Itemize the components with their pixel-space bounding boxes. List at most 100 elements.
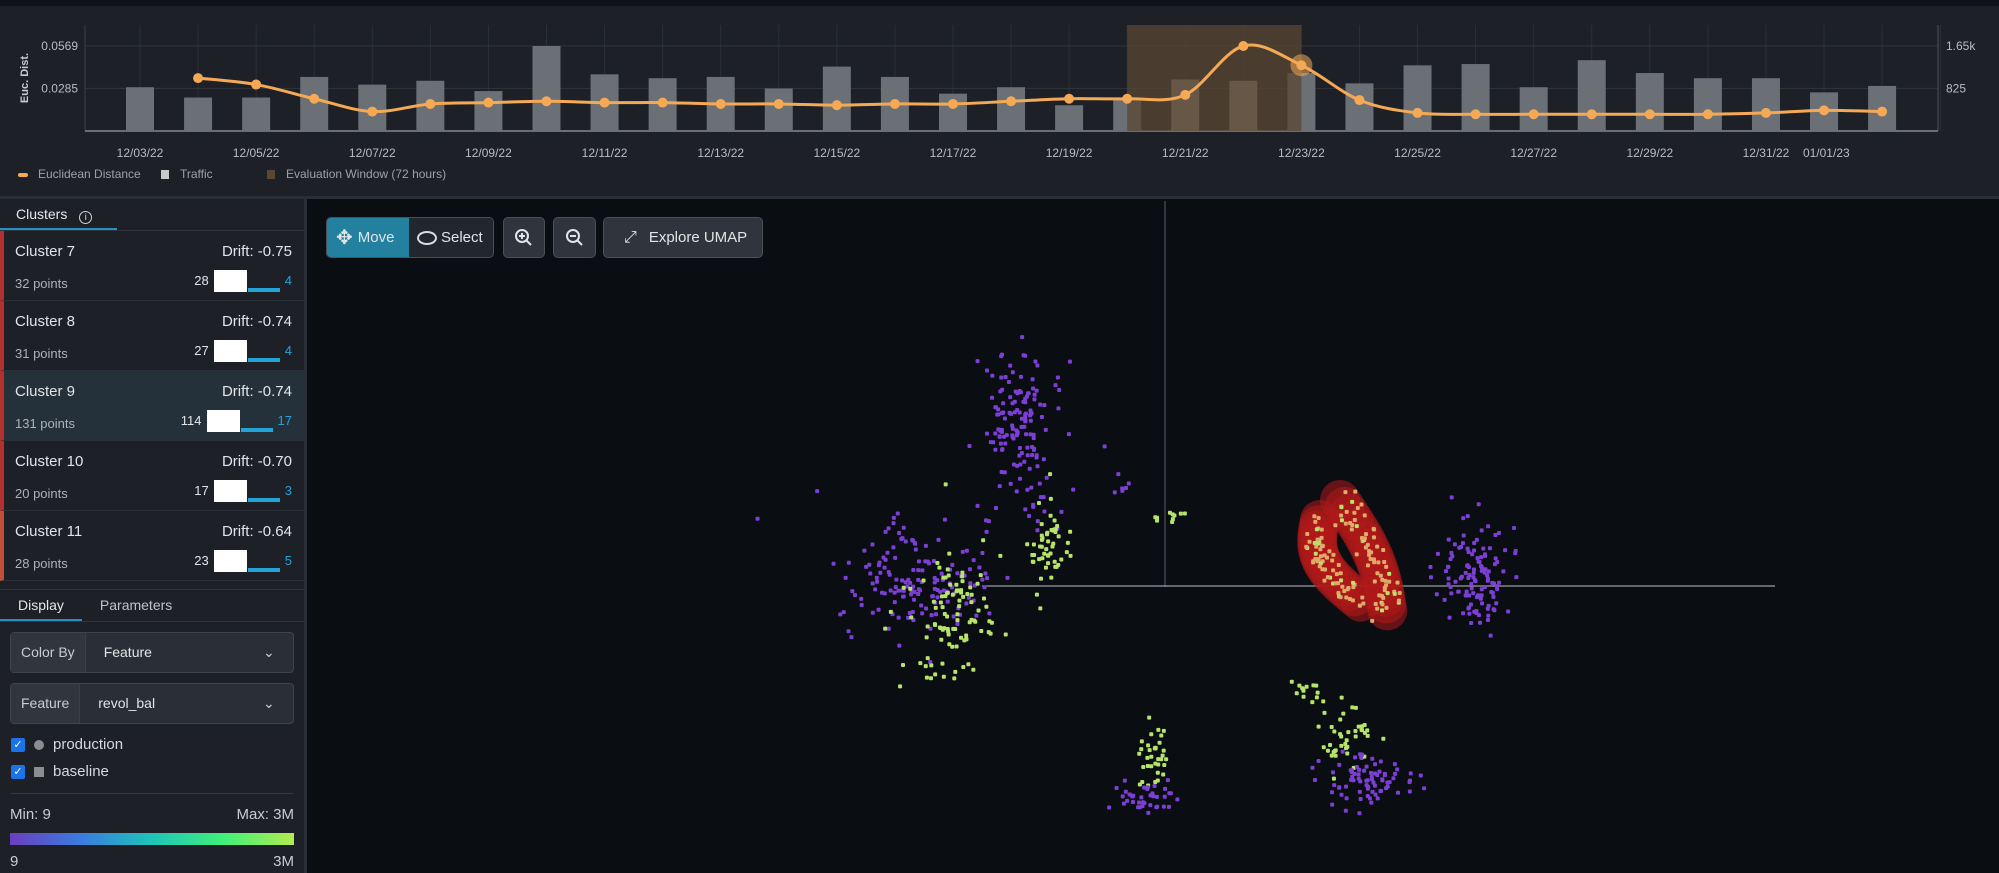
legend-entry[interactable]: Traffic bbox=[180, 167, 213, 181]
color-by-select[interactable]: Color By Feature ⌄ bbox=[10, 632, 294, 673]
baseline-count: 4 bbox=[284, 273, 292, 288]
tab-clusters[interactable]: Clusters i bbox=[0, 199, 117, 230]
umap-canvas[interactable]: ✥ Move Select ⤢ Explore UMAP bbox=[310, 199, 1999, 873]
umap-point bbox=[1373, 792, 1378, 797]
umap-point bbox=[1036, 501, 1041, 506]
cluster-points: 31 points bbox=[15, 346, 68, 361]
umap-scatter[interactable] bbox=[310, 199, 1999, 873]
umap-point bbox=[932, 586, 937, 591]
umap-point bbox=[846, 560, 851, 565]
umap-point bbox=[1031, 386, 1036, 391]
tab-display[interactable]: Display bbox=[0, 590, 82, 621]
traffic-bar bbox=[126, 87, 154, 131]
umap-point bbox=[1395, 790, 1400, 795]
euclidean-distance-point bbox=[309, 93, 320, 104]
umap-point bbox=[1030, 445, 1035, 450]
euclidean-distance-point bbox=[1644, 109, 1655, 120]
umap-point bbox=[894, 577, 899, 582]
umap-point bbox=[931, 559, 936, 564]
umap-point bbox=[1126, 481, 1131, 486]
drift-chart[interactable]: 0.0285 0.0569 825 1.65k Euc. Dist. 12/03/22 12… bbox=[0, 6, 1999, 196]
umap-point bbox=[1055, 375, 1060, 380]
euclidean-distance-point bbox=[1702, 109, 1713, 120]
info-icon[interactable]: i bbox=[79, 211, 93, 224]
umap-point bbox=[1472, 541, 1477, 546]
umap-point bbox=[900, 578, 905, 583]
cluster-item[interactable]: Cluster 11 Drift: -0.64 28 points 23 5 bbox=[0, 511, 304, 581]
umap-point bbox=[928, 659, 933, 664]
traffic-bar bbox=[1519, 87, 1548, 131]
legend-entry[interactable]: Evaluation Window (72 hours) bbox=[286, 167, 446, 181]
umap-point bbox=[974, 613, 979, 618]
zoom-out-button[interactable] bbox=[553, 217, 596, 258]
umap-point bbox=[975, 503, 980, 508]
umap-point bbox=[1011, 436, 1016, 441]
umap-point bbox=[1472, 609, 1477, 614]
cluster-points: 131 points bbox=[15, 416, 75, 431]
select-button[interactable]: Select bbox=[409, 218, 493, 257]
umap-point bbox=[1352, 510, 1357, 515]
umap-point bbox=[1156, 762, 1161, 767]
production-bar bbox=[213, 340, 247, 362]
zoom-in-button[interactable] bbox=[503, 217, 545, 258]
umap-point bbox=[1008, 395, 1013, 400]
umap-point bbox=[1422, 786, 1427, 791]
umap-point bbox=[980, 577, 985, 582]
baseline-toggle: ✓ baseline bbox=[11, 763, 304, 780]
umap-point bbox=[850, 589, 855, 594]
umap-point bbox=[1051, 541, 1056, 546]
move-button[interactable]: ✥ Move bbox=[327, 218, 409, 257]
umap-point bbox=[918, 661, 923, 666]
cluster-item[interactable]: Cluster 10 Drift: -0.70 20 points 17 3 bbox=[0, 441, 304, 511]
x-tick-label: 12/21/22 bbox=[1162, 146, 1209, 160]
umap-point bbox=[1025, 445, 1030, 450]
scale-min: 9 bbox=[10, 853, 19, 870]
umap-point bbox=[1006, 379, 1011, 384]
umap-point bbox=[887, 572, 892, 577]
cluster-points: 28 points bbox=[15, 556, 68, 571]
umap-point bbox=[1333, 753, 1338, 758]
feature-select[interactable]: Feature revol_bal ⌄ bbox=[10, 683, 294, 724]
baseline-checkbox[interactable]: ✓ bbox=[11, 764, 25, 779]
umap-point bbox=[1446, 564, 1451, 569]
umap-point bbox=[1332, 783, 1337, 788]
umap-point bbox=[1045, 532, 1050, 537]
cluster-item[interactable]: Cluster 7 Drift: -0.75 32 points 28 4 bbox=[0, 231, 304, 301]
umap-point bbox=[1494, 601, 1499, 606]
umap-point bbox=[1380, 602, 1385, 607]
umap-point bbox=[1344, 738, 1349, 743]
umap-point bbox=[1375, 544, 1380, 549]
euclidean-distance-point bbox=[1238, 41, 1249, 51]
umap-point bbox=[1155, 518, 1160, 523]
umap-point bbox=[951, 626, 956, 631]
umap-point bbox=[1357, 603, 1362, 608]
zoom-out-icon bbox=[565, 228, 583, 246]
umap-point bbox=[1465, 514, 1470, 519]
umap-point bbox=[945, 591, 950, 596]
euclidean-distance-point bbox=[251, 79, 262, 90]
umap-point bbox=[1486, 603, 1491, 608]
umap-point bbox=[1035, 528, 1040, 533]
traffic-bar bbox=[242, 97, 271, 131]
umap-point bbox=[1003, 632, 1008, 637]
umap-point bbox=[984, 529, 989, 534]
umap-point bbox=[981, 596, 986, 601]
cluster-item[interactable]: Cluster 8 Drift: -0.74 31 points 27 4 bbox=[0, 301, 304, 371]
baseline-bar bbox=[240, 428, 273, 432]
legend-entry[interactable]: Euclidean Distance bbox=[38, 167, 141, 181]
umap-point bbox=[1052, 559, 1057, 564]
umap-point bbox=[1145, 786, 1150, 791]
explore-umap-button[interactable]: ⤢ Explore UMAP bbox=[603, 217, 763, 258]
umap-point bbox=[979, 629, 984, 634]
umap-point bbox=[1354, 524, 1359, 529]
cluster-item[interactable]: Cluster 9 Drift: -0.74 131 points 114 17 bbox=[0, 371, 304, 441]
umap-point bbox=[947, 551, 952, 556]
umap-point bbox=[1350, 499, 1355, 504]
umap-point bbox=[1352, 518, 1357, 523]
umap-point bbox=[1364, 778, 1369, 783]
umap-point bbox=[1463, 593, 1468, 598]
tab-parameters[interactable]: Parameters bbox=[82, 590, 190, 621]
umap-point bbox=[1005, 575, 1010, 580]
umap-point bbox=[1152, 783, 1157, 788]
production-checkbox[interactable]: ✓ bbox=[11, 737, 25, 752]
